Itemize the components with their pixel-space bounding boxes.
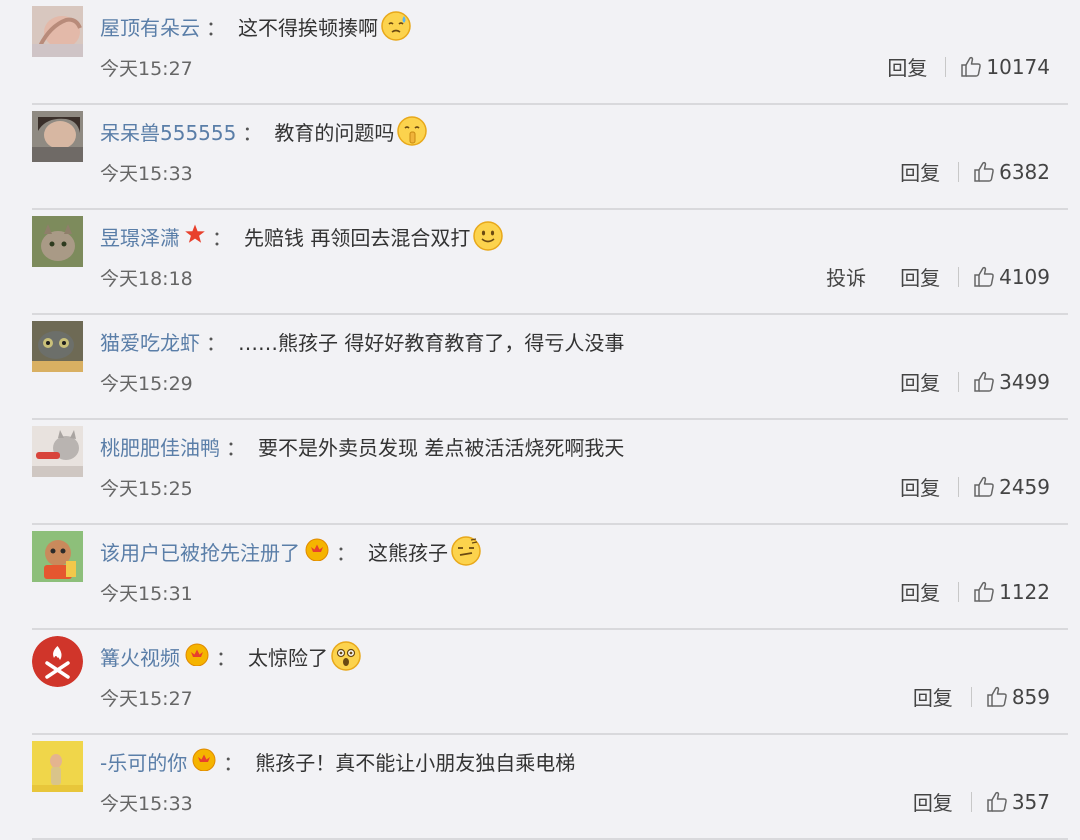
thumbs-up-icon [974, 476, 994, 497]
doh-emoji-icon [450, 535, 482, 567]
comment-time: 今天15:27 [100, 58, 193, 80]
comment-time: 今天15:25 [100, 478, 193, 500]
username-link[interactable]: 猫爱吃龙虾 [100, 327, 200, 356]
like-count: 357 [1011, 789, 1050, 814]
comment-time: 今天15:29 [100, 373, 193, 395]
reply-button[interactable]: 回复 [887, 52, 927, 81]
divider [958, 161, 960, 182]
comment-time: 今天15:33 [100, 793, 193, 815]
comment-time: 今天15:33 [100, 163, 193, 185]
divider [945, 56, 947, 77]
like-count: 2459 [999, 474, 1050, 499]
username-link[interactable]: -乐可的你 [100, 747, 187, 776]
comment-item: 呆呆兽555555 ： 教育的问题吗 今天15:33 回复 6382 [0, 105, 1080, 210]
comment-text: 太惊险了 [248, 645, 328, 670]
divider [958, 581, 960, 602]
shock-emoji-icon [330, 640, 362, 672]
comment-list: 屋顶有朵云 ： 这不得挨顿揍啊 今天15:27 回复 10174 呆呆兽5555… [0, 0, 1080, 840]
comment-text: 教育的问题吗 [274, 120, 395, 145]
like-button[interactable]: 10174 [960, 55, 1050, 79]
divider [970, 791, 972, 812]
like-count: 3499 [999, 369, 1050, 394]
like-button[interactable]: 357 [986, 790, 1050, 814]
thumbs-up-icon [974, 581, 994, 602]
thumbs-up-icon [974, 266, 994, 287]
sweat-emoji-icon [380, 10, 412, 42]
comment-item: 昱璟泽潇 ： 先赔钱 再领回去混合双打 今天18:18 投诉 回复 4109 [0, 210, 1080, 315]
like-button[interactable]: 3499 [973, 370, 1050, 394]
shush-emoji-icon [396, 115, 428, 147]
comment-text: ……熊孩子 得好好教育教育了，得亏人没事 [238, 330, 625, 355]
comment-item: 桃肥肥佳油鸭 ： 要不是外卖员发现 差点被活活烧死啊我天 今天15:25 回复 … [0, 420, 1080, 525]
colon: ： [206, 330, 226, 355]
comment-text: 熊孩子！真不能让小朋友独自乘电梯 [255, 750, 576, 775]
thumbs-up-icon [987, 686, 1007, 707]
username-link[interactable]: 桃肥肥佳油鸭 [100, 432, 220, 461]
like-count: 10174 [986, 54, 1050, 79]
divider [958, 476, 960, 497]
crown-icon [184, 642, 210, 671]
like-count: 1122 [999, 579, 1050, 604]
thumbs-up-icon [987, 791, 1007, 812]
comment-item: 该用户已被抢先注册了 ： 这熊孩子 今天15:31 回复 1122 [0, 525, 1080, 630]
crown-icon [191, 747, 217, 776]
avatar[interactable] [32, 6, 83, 57]
like-button[interactable]: 2459 [973, 475, 1050, 499]
avatar[interactable] [32, 741, 83, 792]
divider [958, 371, 960, 392]
reply-button[interactable]: 回复 [913, 682, 953, 711]
reply-button[interactable]: 回复 [900, 472, 940, 501]
divider [958, 266, 960, 287]
colon: ： [242, 120, 263, 145]
colon: ： [336, 540, 356, 565]
thumbs-up-icon [974, 371, 994, 392]
report-button[interactable]: 投诉 [826, 262, 866, 291]
colon: ： [223, 750, 244, 775]
thumbs-up-icon [974, 161, 994, 182]
comment-text: 这不得挨顿揍啊 [238, 15, 378, 40]
smile-emoji-icon [472, 220, 504, 252]
reply-button[interactable]: 回复 [900, 577, 940, 606]
reply-button[interactable]: 回复 [900, 262, 940, 291]
like-button[interactable]: 6382 [973, 160, 1050, 184]
avatar[interactable] [32, 426, 83, 477]
comment-time: 今天18:18 [100, 268, 193, 290]
username-link[interactable]: 昱璟泽潇 [100, 222, 180, 251]
like-button[interactable]: 4109 [973, 265, 1050, 289]
colon: ： [212, 225, 232, 250]
comment-text: 要不是外卖员发现 差点被活活烧死啊我天 [258, 435, 625, 460]
avatar[interactable] [32, 321, 83, 372]
colon: ： [206, 15, 226, 40]
username-link[interactable]: 呆呆兽555555 [100, 117, 236, 146]
comment-item: -乐可的你 ： 熊孩子！真不能让小朋友独自乘电梯 今天15:33 回复 357 [0, 735, 1080, 840]
comment-time: 今天15:31 [100, 583, 193, 605]
comment-text: 先赔钱 再领回去混合双打 [244, 225, 471, 250]
colon: ： [226, 435, 246, 460]
like-count: 4109 [999, 264, 1050, 289]
reply-button[interactable]: 回复 [913, 787, 953, 816]
reply-button[interactable]: 回复 [900, 367, 940, 396]
avatar[interactable] [32, 111, 83, 162]
colon: ： [216, 645, 236, 670]
like-button[interactable]: 859 [986, 685, 1050, 709]
like-count: 6382 [999, 159, 1050, 184]
thumbs-up-icon [961, 56, 982, 77]
username-link[interactable]: 篝火视频 [100, 642, 180, 671]
comment-item: 篝火视频 ： 太惊险了 今天15:27 回复 859 [0, 630, 1080, 735]
crown-icon [304, 537, 330, 566]
avatar[interactable] [32, 531, 83, 582]
username-link[interactable]: 该用户已被抢先注册了 [100, 537, 300, 566]
reply-button[interactable]: 回复 [900, 157, 940, 186]
divider [970, 686, 972, 707]
avatar[interactable] [32, 636, 83, 687]
comment-text: 这熊孩子 [368, 540, 448, 565]
comment-time: 今天15:27 [100, 688, 193, 710]
username-link[interactable]: 屋顶有朵云 [100, 12, 200, 41]
like-button[interactable]: 1122 [973, 580, 1050, 604]
comment-item: 猫爱吃龙虾 ： ……熊孩子 得好好教育教育了，得亏人没事 今天15:29 回复 … [0, 315, 1080, 420]
like-count: 859 [1011, 684, 1050, 709]
red-star-icon [184, 223, 206, 250]
avatar[interactable] [32, 216, 83, 267]
comment-item: 屋顶有朵云 ： 这不得挨顿揍啊 今天15:27 回复 10174 [0, 0, 1080, 105]
